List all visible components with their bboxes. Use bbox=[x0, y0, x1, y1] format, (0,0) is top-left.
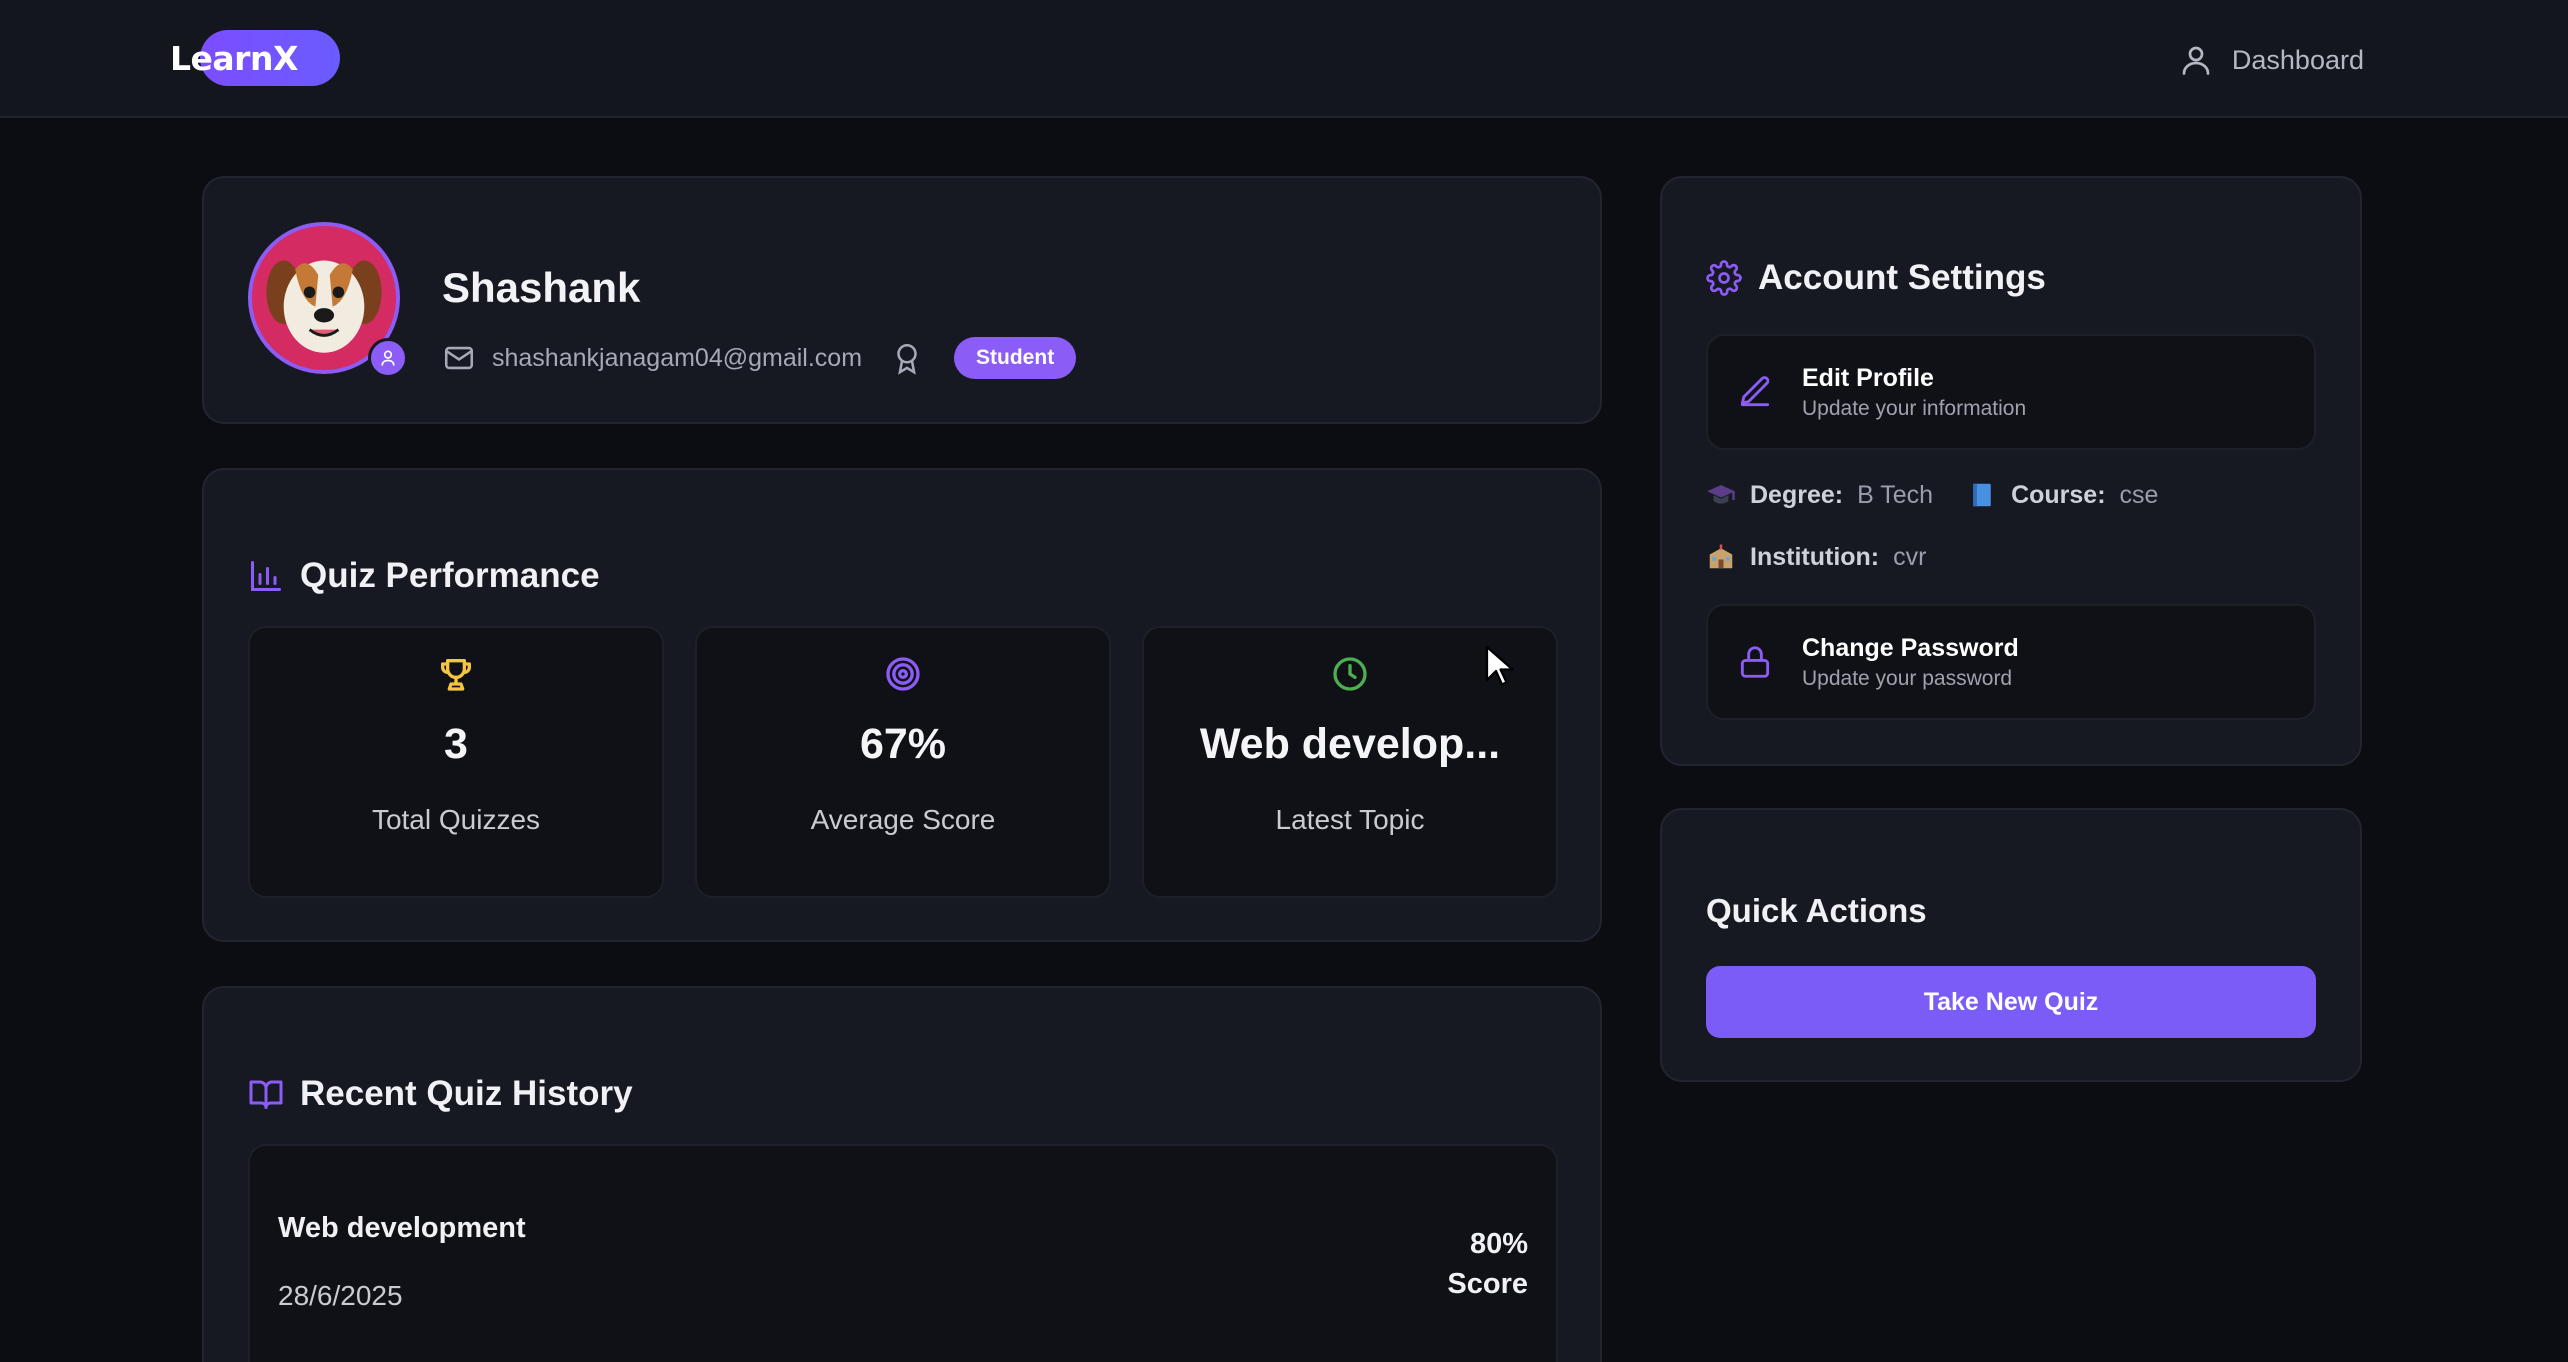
total-quizzes-label: Total Quizzes bbox=[371, 804, 541, 835]
user-icon bbox=[2182, 46, 2210, 75]
degree-label: Degree: bbox=[1750, 480, 1844, 509]
average-score-value: 67% bbox=[859, 720, 947, 768]
institution-value: cvr bbox=[1893, 542, 1927, 571]
history-item-score-value: 80% bbox=[1469, 1228, 1528, 1260]
history-item-score-label: Score bbox=[1447, 1268, 1528, 1300]
institution-line: Institution: cvr bbox=[1706, 542, 1926, 572]
quiz-history-title: Recent Quiz History bbox=[300, 1074, 633, 1113]
edit-profile-subtitle: Update your information bbox=[1802, 396, 2027, 420]
dashboard-link[interactable]: Dashboard bbox=[2178, 38, 2364, 82]
degree-value: B Tech bbox=[1857, 480, 1934, 509]
history-item-date: 28/6/2025 bbox=[278, 1280, 403, 1311]
profile-meta: shashankjanagam04@gmail.com Student bbox=[442, 334, 1077, 382]
change-password-text: Change Password Update your password bbox=[1802, 634, 2019, 691]
quiz-history-card: Recent Quiz History Web development 28/6… bbox=[202, 986, 1602, 1362]
quiz-performance-card: Quiz Performance 3 Total Quizzes 67% Ave… bbox=[202, 468, 1602, 942]
average-score-label: Average Score bbox=[810, 804, 996, 835]
quiz-performance-title: Quiz Performance bbox=[300, 556, 600, 595]
account-settings-title: Account Settings bbox=[1758, 258, 2046, 297]
degree-course-line: Degree: B Tech Course: cse bbox=[1706, 480, 2158, 510]
quiz-performance-heading: Quiz Performance bbox=[248, 556, 600, 596]
edit-profile-text: Edit Profile Update your information bbox=[1802, 364, 2026, 421]
app-logo[interactable]: LearnX bbox=[170, 28, 340, 88]
role-badge: Student bbox=[954, 337, 1077, 379]
mouse-cursor-icon bbox=[1485, 645, 1514, 686]
stat-icon-wrap bbox=[250, 654, 662, 694]
quick-actions-title: Quick Actions bbox=[1706, 892, 1927, 929]
target-icon bbox=[886, 657, 920, 691]
course-label: Course: bbox=[2011, 480, 2106, 509]
profile-name: Shashank bbox=[442, 264, 641, 311]
quick-actions-heading: Quick Actions bbox=[1706, 892, 1927, 930]
quick-actions-card: Quick Actions Take New Quiz bbox=[1660, 808, 2362, 1082]
profile-card: Shashank shashankjanagam04@gmail.com Stu… bbox=[202, 176, 1602, 424]
quiz-history-heading: Recent Quiz History bbox=[248, 1074, 633, 1114]
award-icon bbox=[897, 343, 917, 375]
total-quizzes-value: 3 bbox=[444, 720, 468, 768]
profile-email: shashankjanagam04@gmail.com bbox=[492, 343, 863, 372]
book-icon bbox=[1973, 483, 1991, 507]
edit-profile-button[interactable]: Edit Profile Update your information bbox=[1706, 334, 2316, 450]
school-building-icon bbox=[1709, 544, 1733, 569]
avatar-role-badge bbox=[368, 338, 408, 378]
pencil-icon bbox=[1740, 376, 1770, 407]
top-navbar: LearnX Dashboard bbox=[0, 0, 2568, 118]
latest-topic-value: Web develop... bbox=[1199, 720, 1501, 768]
trophy-icon bbox=[441, 659, 471, 691]
change-password-subtitle: Update your password bbox=[1802, 666, 2013, 690]
institution-label: Institution: bbox=[1750, 542, 1880, 571]
graduation-cap-icon bbox=[1707, 485, 1735, 504]
stat-icon-wrap bbox=[697, 654, 1109, 694]
logo-text: LearnX bbox=[170, 38, 298, 78]
user-small-icon bbox=[381, 350, 395, 366]
take-new-quiz-button[interactable]: Take New Quiz bbox=[1706, 966, 2316, 1038]
stat-card-total-quizzes: 3 Total Quizzes bbox=[248, 626, 664, 898]
history-item-score: 80% Score bbox=[1447, 1224, 1528, 1304]
account-settings-card: Account Settings Edit Profile Update you… bbox=[1660, 176, 2362, 766]
mail-icon bbox=[444, 346, 474, 370]
open-book-icon bbox=[249, 1080, 283, 1109]
stat-card-average-score: 67% Average Score bbox=[695, 626, 1111, 898]
change-password-title: Change Password bbox=[1802, 633, 2019, 662]
account-settings-heading: Account Settings bbox=[1706, 258, 2046, 298]
latest-topic-label: Latest Topic bbox=[1275, 804, 1425, 835]
change-password-button[interactable]: Change Password Update your password bbox=[1706, 604, 2316, 720]
avatar-container bbox=[248, 222, 408, 378]
lock-icon bbox=[1740, 646, 1770, 678]
bar-chart-icon bbox=[251, 561, 281, 591]
dashboard-link-label: Dashboard bbox=[2231, 44, 2364, 75]
gear-icon bbox=[1706, 260, 1742, 296]
clock-icon bbox=[1333, 657, 1367, 691]
history-item-topic: Web development bbox=[278, 1212, 526, 1244]
course-value: cse bbox=[2119, 480, 2159, 509]
history-item[interactable]: Web development 28/6/2025 80% Score bbox=[248, 1144, 1558, 1362]
edit-profile-title: Edit Profile bbox=[1802, 363, 1934, 392]
